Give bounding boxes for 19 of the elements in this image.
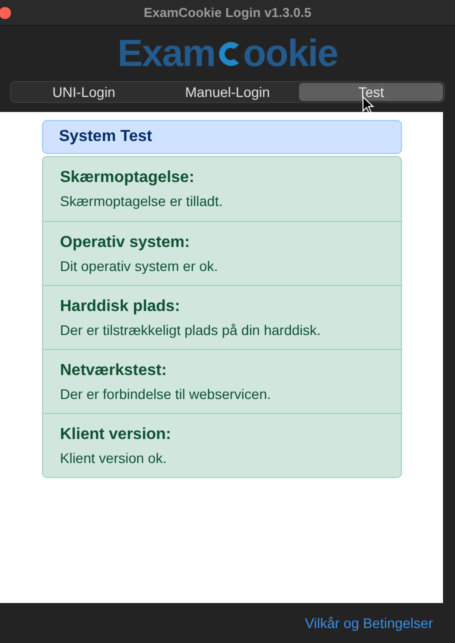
check-title: Harddisk plads: xyxy=(60,297,182,317)
check-message: Skærmoptagelse er tilladt. xyxy=(60,192,224,210)
check-message: Der er tilstrækkeligt plads på din harddisk. xyxy=(60,321,322,339)
logo-text: ookie xyxy=(243,34,338,72)
check-title: Klient version: xyxy=(60,425,172,445)
check-title: Skærmoptagelse: xyxy=(60,168,196,188)
check-message: Klient version ok. xyxy=(60,449,168,467)
terms-link[interactable]: Vilkår og Betingelser xyxy=(304,612,433,634)
logo-text: Exam xyxy=(117,34,216,72)
tab[interactable]: Manuel-Login xyxy=(156,83,300,101)
tab[interactable]: Test xyxy=(299,83,444,101)
window-title: ExamCookie Login v1.3.0.5 xyxy=(144,4,312,22)
check-title: Netværkstest: xyxy=(60,361,168,381)
tab[interactable]: UNI-Login xyxy=(12,83,156,101)
check-message: Der er forbindelse til webservicen. xyxy=(60,385,272,403)
panel-header: System Test xyxy=(42,120,402,154)
check-message: Dit operativ system er ok. xyxy=(60,257,219,275)
check-title: Operativ system: xyxy=(60,233,191,253)
close-button[interactable] xyxy=(0,7,11,19)
